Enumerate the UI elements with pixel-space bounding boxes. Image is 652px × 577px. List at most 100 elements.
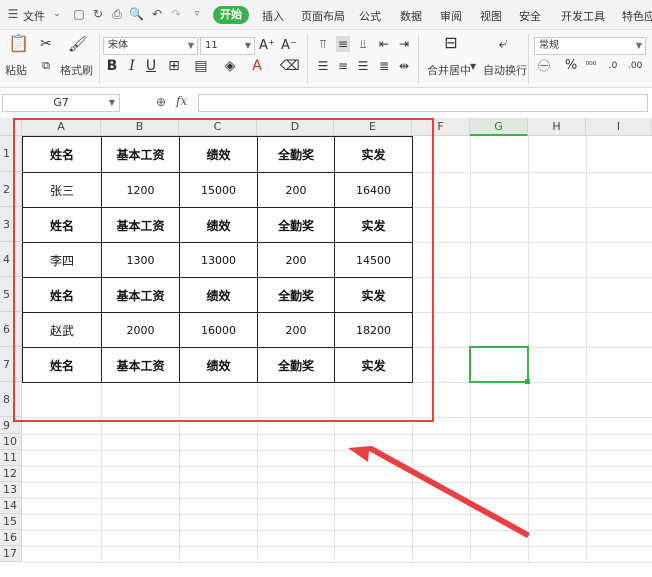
- tab-review[interactable]: 审阅: [440, 8, 462, 24]
- chevron-down-icon[interactable]: ▼: [470, 62, 476, 71]
- grid-line: [22, 514, 652, 515]
- tab-insert[interactable]: 插入: [262, 8, 284, 24]
- tab-formulas[interactable]: 公式: [359, 8, 381, 24]
- save-icon[interactable]: ▢: [72, 7, 86, 21]
- fill-pattern-icon[interactable]: ▤: [193, 58, 209, 74]
- format-painter-icon[interactable]: 🖌: [68, 36, 87, 52]
- italic-button[interactable]: I: [126, 58, 138, 74]
- font-color-icon[interactable]: A: [250, 58, 264, 74]
- grid-line: [22, 466, 652, 467]
- align-top-icon[interactable]: ⫪: [316, 36, 330, 52]
- name-box[interactable]: G7 ▼: [2, 94, 120, 112]
- wrap-text-icon[interactable]: ⤶: [492, 35, 514, 51]
- merge-center-icon[interactable]: ⊟: [440, 35, 462, 51]
- percent-button[interactable]: %: [564, 58, 578, 74]
- zoom-icon[interactable]: ⊕: [156, 95, 166, 109]
- chevron-down-icon: ▼: [187, 41, 194, 50]
- clipboard-icon[interactable]: 📋: [8, 36, 29, 53]
- currency-icon[interactable]: ㊀: [536, 58, 552, 74]
- grid-line: [22, 546, 652, 547]
- cut-icon[interactable]: ✂: [38, 36, 54, 52]
- decrease-font-icon[interactable]: A⁻: [281, 38, 297, 54]
- align-left-icon[interactable]: ☰: [316, 58, 330, 74]
- paste-button[interactable]: 粘贴: [5, 62, 27, 78]
- row-header-11[interactable]: 11: [0, 450, 22, 466]
- print-preview-icon[interactable]: 🔍: [129, 7, 144, 21]
- font-name-value: 宋体: [108, 40, 128, 51]
- chevron-down-icon[interactable]: ⌄: [50, 7, 64, 21]
- align-middle-icon[interactable]: ≡: [336, 36, 350, 52]
- print-icon[interactable]: ⎙: [110, 7, 124, 21]
- wrap-text-button[interactable]: 自动换行: [483, 62, 527, 78]
- merge-center-button[interactable]: 合并居中: [427, 62, 471, 78]
- row-header-15[interactable]: 15: [0, 514, 22, 530]
- row-header-14[interactable]: 14: [0, 498, 22, 514]
- ribbon-separator: [418, 34, 419, 84]
- font-name-select[interactable]: 宋体 ▼: [103, 37, 198, 55]
- justify-icon[interactable]: ≣: [377, 58, 391, 74]
- indent-increase-icon[interactable]: ⇥: [397, 36, 411, 52]
- row-header-12[interactable]: 12: [0, 466, 22, 482]
- row-header-13[interactable]: 13: [0, 482, 22, 498]
- tab-security[interactable]: 安全: [519, 8, 541, 24]
- grid-line: [22, 562, 652, 563]
- number-format-select[interactable]: 常规 ▼: [534, 37, 646, 55]
- ribbon-separator: [528, 34, 529, 84]
- grid-line: [22, 498, 652, 499]
- grid-line: [22, 450, 652, 451]
- column-header-i[interactable]: I: [586, 118, 652, 136]
- quick-access-more-icon[interactable]: ▿: [190, 7, 204, 21]
- tab-page-layout[interactable]: 页面布局: [301, 8, 345, 24]
- ribbon-separator: [99, 34, 100, 84]
- number-format-value: 常规: [539, 40, 559, 51]
- align-right-icon[interactable]: ☰: [356, 58, 370, 74]
- tab-developer[interactable]: 开发工具: [561, 8, 605, 24]
- align-center-icon[interactable]: ≡: [336, 58, 350, 74]
- chevron-down-icon: ▼: [244, 41, 251, 50]
- chevron-down-icon: ▼: [635, 41, 642, 50]
- annotation-highlight-box: [13, 118, 434, 422]
- grid-line: [22, 434, 652, 435]
- grid-line: [22, 530, 652, 531]
- row-header-16[interactable]: 16: [0, 530, 22, 546]
- font-size-select[interactable]: 11 ▼: [200, 37, 255, 55]
- copy-icon[interactable]: ⧉: [38, 58, 54, 74]
- indent-decrease-icon[interactable]: ⇤: [377, 36, 391, 52]
- hamburger-menu-icon[interactable]: ☰: [6, 7, 20, 21]
- ribbon-toolbar: 📋 粘贴 ✂ ⧉ 🖌 格式刷 宋体 ▼ 11 ▼ A⁺ A⁻ B I U ⊞ ▤ ◈…: [0, 30, 652, 88]
- redo-icon[interactable]: ↷: [169, 7, 183, 21]
- format-painter-button[interactable]: 格式刷: [60, 62, 93, 78]
- formula-input[interactable]: [198, 94, 648, 112]
- file-menu[interactable]: 文件: [23, 8, 45, 24]
- underline-button[interactable]: U: [145, 58, 157, 74]
- thousands-separator-icon[interactable]: ⁰⁰⁰: [584, 58, 598, 74]
- tab-home[interactable]: 开始: [213, 6, 249, 24]
- fill-handle[interactable]: [525, 379, 530, 384]
- row-header-10[interactable]: 10: [0, 434, 22, 450]
- undo-icon[interactable]: ↶: [150, 7, 164, 21]
- column-header-g[interactable]: G: [470, 118, 528, 136]
- decrease-decimal-icon[interactable]: .00: [628, 58, 642, 74]
- selected-cell-g7[interactable]: [469, 346, 529, 383]
- borders-icon[interactable]: ⊞: [166, 58, 182, 74]
- chevron-down-icon: ▼: [108, 98, 115, 107]
- formula-bar: G7 ▼ ⊕ fx: [0, 92, 652, 114]
- tab-special[interactable]: 特色应: [622, 8, 652, 24]
- font-size-value: 11: [205, 40, 218, 51]
- column-header-h[interactable]: H: [528, 118, 586, 136]
- clear-format-icon[interactable]: ⌫: [280, 58, 300, 74]
- menu-bar: ☰ 文件 ⌄ ▢ ↻ ⎙ 🔍 ↶ ↷ ▿ 开始 插入 页面布局 公式 数据 审阅…: [0, 0, 652, 30]
- tab-view[interactable]: 视图: [480, 8, 502, 24]
- export-icon[interactable]: ↻: [91, 7, 105, 21]
- increase-decimal-icon[interactable]: .0: [606, 58, 620, 74]
- bold-button[interactable]: B: [106, 58, 118, 74]
- fill-color-icon[interactable]: ◈: [222, 58, 238, 74]
- tab-data[interactable]: 数据: [400, 8, 422, 24]
- distributed-icon[interactable]: ⇹: [397, 58, 411, 74]
- name-box-value: G7: [53, 96, 69, 109]
- fx-icon[interactable]: fx: [176, 94, 187, 108]
- align-bottom-icon[interactable]: ⫫: [356, 36, 370, 52]
- increase-font-icon[interactable]: A⁺: [259, 38, 275, 54]
- ribbon-separator: [307, 34, 308, 84]
- row-header-17[interactable]: 17: [0, 546, 22, 562]
